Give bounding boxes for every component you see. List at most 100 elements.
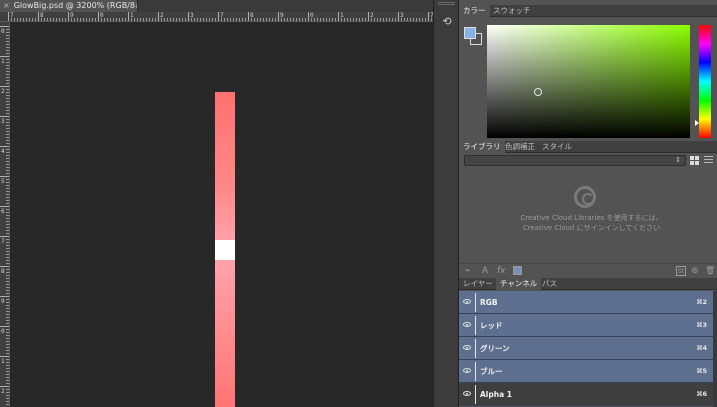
ruler-minor-tick	[326, 18, 327, 21]
ruler-minor-tick	[332, 18, 333, 21]
tab-adjustments[interactable]: 色調補正	[501, 141, 539, 153]
ruler-minor-tick	[92, 18, 93, 21]
ruler-minor-tick	[374, 18, 375, 21]
ruler-minor-tick	[6, 317, 9, 318]
ruler-label: 9	[1, 298, 5, 305]
saturation-value-picker[interactable]	[487, 25, 690, 138]
tab-color[interactable]: カラー	[459, 5, 490, 17]
tab-channels[interactable]: チャンネル	[496, 278, 542, 290]
ruler-minor-tick	[23, 18, 24, 21]
ruler-minor-tick	[380, 18, 381, 21]
ruler-minor-tick	[6, 179, 9, 180]
ruler-minor-tick	[32, 18, 33, 21]
document-canvas[interactable]	[10, 22, 433, 407]
ruler-minor-tick	[6, 278, 9, 279]
channel-row[interactable]: ブルー ⌘5	[459, 360, 713, 383]
vertical-ruler[interactable]: 0 1 2 3 4 5 6 7 8 9 0 1 2	[0, 22, 10, 407]
ruler-minor-tick	[6, 263, 9, 264]
brush-icon[interactable]: ⌁	[465, 266, 470, 276]
list-view-icon[interactable]	[704, 156, 713, 165]
ruler-minor-tick	[146, 18, 147, 21]
channel-row[interactable]: RGB ⌘2	[459, 291, 713, 314]
text-icon[interactable]: A	[482, 266, 488, 276]
ruler-major-tick	[0, 26, 9, 27]
ruler-minor-tick	[6, 29, 9, 30]
ruler-minor-tick	[6, 377, 9, 378]
ruler-minor-tick	[89, 18, 90, 21]
foreground-color-swatch[interactable]	[464, 27, 476, 39]
ruler-major-tick	[0, 386, 9, 387]
visibility-eye-icon[interactable]	[463, 299, 471, 304]
ruler-minor-tick	[6, 83, 9, 84]
ruler-minor-tick	[6, 398, 9, 399]
channels-scrollbar[interactable]	[713, 291, 717, 407]
ruler-minor-tick	[6, 164, 9, 165]
ruler-minor-tick	[6, 188, 9, 189]
ruler-minor-tick	[6, 305, 9, 306]
libraries-footer: ⌁ A fx St ⊚ 🗑	[459, 263, 717, 277]
grid-view-icon[interactable]	[690, 156, 699, 165]
ruler-minor-tick	[152, 18, 153, 21]
ruler-minor-tick	[410, 18, 411, 21]
ruler-minor-tick	[6, 389, 9, 390]
ruler-major-tick	[278, 12, 279, 21]
color-picker-cursor[interactable]	[534, 88, 542, 96]
ruler-minor-tick	[6, 269, 9, 270]
ruler-minor-tick	[6, 110, 9, 111]
ruler-minor-tick	[299, 18, 300, 21]
ruler-minor-tick	[50, 18, 51, 21]
ruler-minor-tick	[287, 18, 288, 21]
color-icon[interactable]	[513, 266, 522, 275]
dock-grip-icon[interactable]	[438, 2, 455, 5]
tab-layers[interactable]: レイヤー	[459, 278, 497, 290]
ruler-minor-tick	[257, 18, 258, 21]
ruler-minor-tick	[6, 395, 9, 396]
ruler-major-tick	[38, 12, 39, 21]
visibility-eye-icon[interactable]	[463, 368, 471, 373]
channel-thumbnail	[475, 362, 476, 381]
ruler-minor-tick	[251, 18, 252, 21]
channel-row[interactable]: レッド ⌘3	[459, 314, 713, 337]
channel-row[interactable]: グリーン ⌘4	[459, 337, 713, 360]
trash-icon[interactable]: 🗑	[705, 266, 715, 276]
visibility-eye-icon[interactable]	[463, 391, 471, 396]
hue-slider-handle[interactable]	[695, 120, 699, 126]
channel-name: Alpha 1	[480, 390, 512, 399]
tab-styles[interactable]: スタイル	[538, 141, 576, 153]
visibility-eye-icon[interactable]	[463, 322, 471, 327]
library-select[interactable]: ⇕	[464, 155, 686, 166]
ruler-minor-tick	[6, 155, 9, 156]
ruler-minor-tick	[53, 18, 54, 21]
stock-icon[interactable]: St	[676, 266, 687, 276]
tab-paths[interactable]: パス	[538, 278, 561, 290]
foreground-background-swatches[interactable]	[464, 27, 484, 47]
ruler-major-tick	[0, 86, 9, 87]
ruler-minor-tick	[6, 89, 9, 90]
fx-icon[interactable]: fx	[497, 266, 506, 276]
ruler-minor-tick	[6, 284, 9, 285]
ruler-minor-tick	[6, 119, 9, 120]
close-tab-icon[interactable]: ×	[3, 1, 10, 10]
hue-slider[interactable]	[699, 25, 711, 138]
ruler-minor-tick	[6, 254, 9, 255]
ruler-minor-tick	[254, 18, 255, 21]
ruler-minor-tick	[6, 101, 9, 102]
history-icon[interactable]: ⟲	[439, 14, 455, 30]
cloud-sync-icon[interactable]: ⊚	[691, 266, 699, 276]
ruler-minor-tick	[6, 152, 9, 153]
ruler-minor-tick	[6, 107, 9, 108]
ruler-minor-tick	[179, 18, 180, 21]
document-tab[interactable]: × GlowBig.psd @ 3200% (RGB/8#)	[0, 0, 138, 12]
ruler-minor-tick	[200, 18, 201, 21]
ruler-minor-tick	[47, 18, 48, 21]
ruler-minor-tick	[419, 18, 420, 21]
ruler-major-tick	[188, 12, 189, 21]
tab-libraries[interactable]: ライブラリ	[459, 141, 505, 153]
ruler-minor-tick	[416, 18, 417, 21]
visibility-eye-icon[interactable]	[463, 345, 471, 350]
tab-swatches[interactable]: スウォッチ	[489, 5, 535, 17]
ruler-major-tick	[398, 12, 399, 21]
ruler-minor-tick	[6, 245, 9, 246]
channel-row[interactable]: Alpha 1 ⌘6	[459, 383, 713, 406]
horizontal-ruler[interactable]: 789012378901237	[0, 12, 433, 22]
